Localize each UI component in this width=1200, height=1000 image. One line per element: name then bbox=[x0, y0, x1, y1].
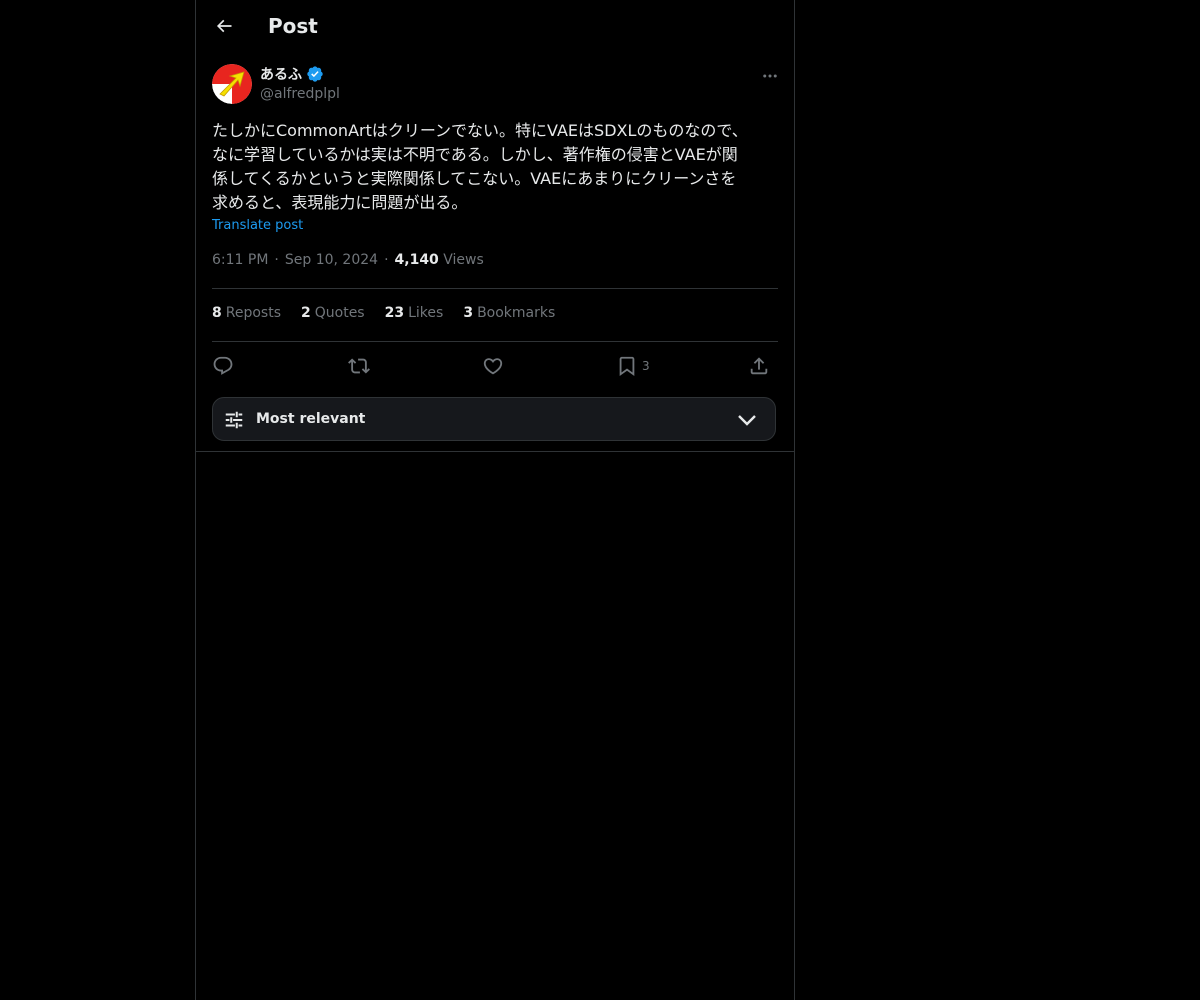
meta-separator: · bbox=[274, 252, 279, 268]
bookmarks-count: 3 bbox=[463, 305, 474, 321]
share-button[interactable] bbox=[748, 352, 770, 380]
translate-post-link[interactable]: Translate post bbox=[212, 218, 303, 233]
author-display-name[interactable]: あるふ bbox=[260, 64, 302, 84]
quotes-count: 2 bbox=[301, 305, 311, 321]
author-handle[interactable]: @alfredplpl bbox=[260, 86, 340, 102]
chevron-down-icon bbox=[738, 415, 756, 426]
likes-label: Likes bbox=[408, 305, 444, 321]
action-bar: 3 bbox=[212, 352, 778, 380]
quotes-stat[interactable]: 2 Quotes bbox=[301, 305, 365, 321]
author-name-row[interactable]: あるふ bbox=[260, 64, 324, 84]
page-title: Post bbox=[268, 14, 318, 38]
divider bbox=[212, 341, 778, 342]
reposts-label: Reposts bbox=[225, 305, 281, 321]
avatar[interactable] bbox=[212, 64, 252, 104]
arrow-left-icon bbox=[216, 19, 232, 33]
meta-separator: · bbox=[384, 252, 389, 268]
reply-icon bbox=[213, 356, 233, 375]
post-text: たしかにCommonArtはクリーンでない。特にVAEはSDXLのものなので、 … bbox=[212, 121, 748, 212]
likes-count: 23 bbox=[384, 305, 405, 321]
section-divider bbox=[196, 451, 794, 452]
main-column: Post あるふ @alfredplpl たしかにCommonArtはクリーンで… bbox=[195, 0, 795, 1000]
bookmark-icon bbox=[619, 356, 635, 377]
post-header: Post bbox=[196, 0, 794, 53]
likes-stat[interactable]: 23 Likes bbox=[385, 305, 444, 321]
sort-replies-dropdown[interactable]: Most relevant bbox=[212, 397, 776, 441]
share-icon bbox=[750, 357, 768, 375]
reposts-stat[interactable]: 8 Reposts bbox=[212, 305, 281, 321]
reposts-count: 8 bbox=[212, 305, 222, 321]
bookmarks-stat[interactable]: 3 Bookmarks bbox=[463, 305, 555, 321]
reply-button[interactable] bbox=[212, 352, 234, 380]
repost-icon bbox=[348, 358, 370, 374]
more-options-button[interactable] bbox=[758, 64, 782, 88]
post-time[interactable]: 6:11 PM bbox=[212, 252, 268, 268]
post-meta: 6:11 PM · Sep 10, 2024 · 4,140 Views bbox=[212, 252, 484, 268]
divider bbox=[212, 288, 778, 289]
avatar-image bbox=[212, 64, 252, 104]
verified-badge-icon bbox=[307, 66, 323, 82]
bookmark-button[interactable]: 3 bbox=[616, 352, 650, 380]
post-date[interactable]: Sep 10, 2024 bbox=[285, 252, 378, 268]
quotes-label: Quotes bbox=[314, 305, 365, 321]
views-count: 4,140 bbox=[394, 252, 439, 268]
sort-label: Most relevant bbox=[256, 411, 366, 427]
bookmark-count: 3 bbox=[642, 359, 650, 373]
back-button[interactable] bbox=[208, 10, 240, 42]
heart-icon bbox=[483, 358, 503, 375]
like-button[interactable] bbox=[482, 352, 504, 380]
more-icon bbox=[763, 74, 777, 78]
sliders-icon bbox=[225, 411, 243, 429]
post-stats: 8 Reposts 2 Quotes 23 Likes 3 Bookmarks bbox=[212, 305, 555, 321]
repost-button[interactable] bbox=[348, 352, 370, 380]
views-label: Views bbox=[443, 252, 484, 268]
bookmarks-label: Bookmarks bbox=[477, 305, 556, 321]
